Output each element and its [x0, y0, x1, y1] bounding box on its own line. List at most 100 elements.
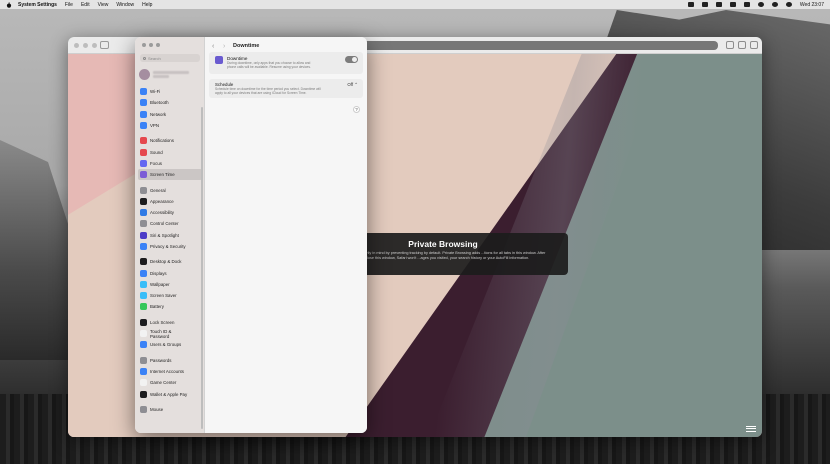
sidebar-item-mouse[interactable]: Mouse — [138, 404, 202, 415]
schedule-description: Schedule time on downtime for the time p… — [215, 87, 321, 95]
sidebar-item-privacy-security[interactable]: Privacy & Security — [138, 241, 202, 252]
siri-spotlight-icon — [140, 231, 147, 239]
app-menu[interactable]: System Settings — [18, 2, 57, 8]
sliders-icon[interactable] — [746, 424, 756, 432]
sidebar-item-focus[interactable]: Focus — [138, 158, 202, 169]
sidebar-item-accessibility[interactable]: Accessibility — [138, 207, 202, 218]
sidebar-group: Wi-Fi Bluetooth Network VPN — [138, 86, 202, 131]
sidebar-item-label: Sound — [150, 149, 163, 155]
sidebar-item-vpn[interactable]: VPN — [138, 120, 202, 131]
sidebar-item-label: Siri & Spotlight — [150, 232, 179, 238]
close-button[interactable] — [142, 43, 146, 47]
sidebar-item-label: Mouse — [150, 406, 164, 412]
back-chevron-icon[interactable]: ‹ — [212, 43, 214, 50]
general-icon — [140, 186, 147, 194]
sidebar-item-siri-spotlight[interactable]: Siri & Spotlight — [138, 230, 202, 241]
apple-menu-icon[interactable] — [6, 1, 12, 8]
desktop-dock-icon — [140, 258, 147, 266]
sidebar-group: Lock Screen Touch ID & Password Users & Gr… — [138, 317, 202, 351]
sidebar-item-label: Game Center — [150, 380, 177, 386]
battery-icon[interactable] — [729, 2, 736, 7]
downtime-toggle[interactable] — [345, 56, 358, 63]
sidebar-item-displays[interactable]: Displays — [138, 267, 202, 278]
sidebar-item-label: Notifications — [150, 138, 174, 144]
forward-chevron-icon[interactable]: › — [223, 43, 225, 50]
window-controls — [142, 43, 160, 47]
apple-account-item[interactable] — [139, 65, 201, 83]
touch-id-password-icon — [140, 330, 147, 338]
minimize-button[interactable] — [83, 43, 88, 48]
search-icon[interactable] — [757, 2, 764, 7]
sidebar-item-notifications[interactable]: Notifications — [138, 135, 202, 146]
display-status-icon[interactable] — [687, 2, 694, 7]
new-tab-icon[interactable] — [738, 41, 746, 49]
sidebar-item-sound[interactable]: Sound — [138, 146, 202, 157]
control-center-icon[interactable] — [771, 2, 778, 7]
menu-bar-clock[interactable]: Wed 23:07 — [800, 2, 824, 8]
sidebar-scrollbar[interactable] — [201, 107, 203, 429]
menu-window[interactable]: Window — [116, 2, 134, 8]
menu-view[interactable]: View — [98, 2, 109, 8]
sidebar-group: Passwords Internet Accounts Game Center Wal… — [138, 355, 202, 400]
wallet-apple-pay-icon — [140, 390, 147, 398]
minimize-button[interactable] — [149, 43, 153, 47]
menu-help[interactable]: Help — [142, 2, 152, 8]
sidebar-item-battery[interactable]: Battery — [138, 301, 202, 312]
sidebar-item-internet-accounts[interactable]: Internet Accounts — [138, 366, 202, 377]
mouse-icon — [140, 405, 147, 413]
sidebar-item-screen-saver[interactable]: Screen Saver — [138, 290, 202, 301]
sidebar-item-bluetooth[interactable]: Bluetooth — [138, 97, 202, 108]
menu-file[interactable]: File — [65, 2, 73, 8]
search-field[interactable]: Search — [140, 54, 200, 62]
sidebar-group: General Appearance Accessibility Control Ce… — [138, 184, 202, 252]
sidebar-item-label: Passwords — [150, 357, 172, 363]
wi-fi-icon — [140, 88, 147, 96]
screen-status-icon[interactable] — [715, 2, 722, 7]
sidebar-item-general[interactable]: General — [138, 184, 202, 195]
sidebar-item-label: Wi-Fi — [150, 89, 161, 95]
window-controls — [74, 43, 97, 48]
network-icon — [140, 110, 147, 118]
sidebar-item-label: Control Center — [150, 221, 179, 227]
sidebar-item-control-center[interactable]: Control Center — [138, 218, 202, 229]
passwords-icon — [140, 356, 147, 364]
appearance-icon — [140, 197, 147, 205]
menu-edit[interactable]: Edit — [81, 2, 90, 8]
sidebar-item-passwords[interactable]: Passwords — [138, 355, 202, 366]
game-center-icon — [140, 379, 147, 387]
sidebar-toggle-icon[interactable] — [100, 41, 109, 49]
wifi-icon[interactable] — [743, 2, 750, 7]
sidebar-item-lock-screen[interactable]: Lock Screen — [138, 317, 202, 328]
sidebar-group: Desktop & Dock Displays Wallpaper Screen Sa… — [138, 256, 202, 312]
notifications-icon — [140, 137, 147, 145]
tab-overview-icon[interactable] — [750, 41, 758, 49]
siri-icon[interactable] — [785, 2, 792, 7]
bluetooth-icon — [140, 99, 147, 107]
sidebar-item-network[interactable]: Network — [138, 109, 202, 120]
share-icon[interactable] — [726, 41, 734, 49]
sidebar-item-label: Appearance — [150, 198, 174, 204]
accessibility-icon — [140, 209, 147, 217]
sidebar-item-label: Wallpaper — [150, 281, 170, 287]
sidebar-item-wallet-apple-pay[interactable]: Wallet & Apple Pay — [138, 388, 202, 399]
vpn-icon — [140, 122, 147, 130]
sidebar-item-wallpaper[interactable]: Wallpaper — [138, 279, 202, 290]
sidebar-item-users-groups[interactable]: Users & Groups — [138, 339, 202, 350]
sidebar-item-screen-time[interactable]: Screen Time — [138, 169, 202, 181]
schedule-popup[interactable]: Off ⌃ — [347, 82, 358, 88]
zoom-button[interactable] — [92, 43, 97, 48]
wallpaper-icon — [140, 280, 147, 288]
help-button[interactable]: ? — [353, 106, 360, 113]
sidebar-item-game-center[interactable]: Game Center — [138, 377, 202, 388]
sidebar-item-appearance[interactable]: Appearance — [138, 196, 202, 207]
downtime-description: During downtime, only apps that you choo… — [227, 61, 311, 69]
zoom-button[interactable] — [156, 43, 160, 47]
sidebar-item-touch-id-password[interactable]: Touch ID & Password — [138, 328, 202, 339]
sidebar-item-label: Internet Accounts — [150, 368, 184, 374]
keyboard-status-icon[interactable] — [701, 2, 708, 7]
sidebar-item-wi-fi[interactable]: Wi-Fi — [138, 86, 202, 97]
sidebar-item-label: VPN — [150, 123, 160, 129]
close-button[interactable] — [74, 43, 79, 48]
sidebar-item-desktop-dock[interactable]: Desktop & Dock — [138, 256, 202, 267]
sound-icon — [140, 148, 147, 156]
